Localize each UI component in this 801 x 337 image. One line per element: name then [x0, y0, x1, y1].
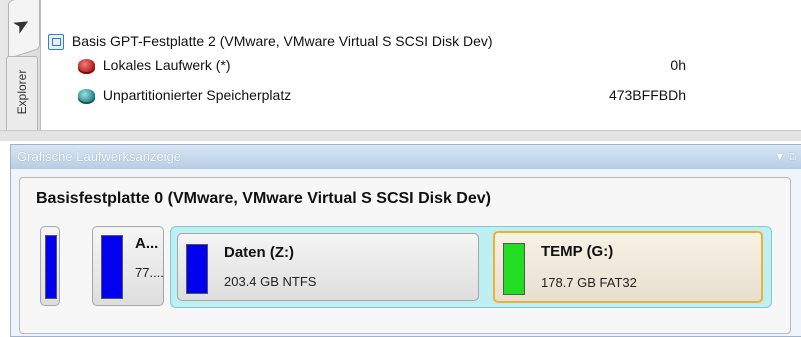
- pane-menu-icon[interactable]: ▼ ⧉: [774, 145, 796, 169]
- side-tab-explorer-label: Explorer: [15, 69, 29, 115]
- partition-color-swatch: [186, 244, 208, 294]
- partition-color-swatch: [503, 243, 525, 295]
- partition-color-swatch: [45, 235, 57, 299]
- pane-title: Grafische Laufwerksanzeige: [17, 149, 182, 164]
- pane-splitter[interactable]: [0, 130, 801, 141]
- arrow-icon: ➤: [8, 11, 35, 40]
- tree-row-local-drive[interactable]: Lokales Laufwerk (*): [78, 54, 231, 76]
- partition-color-swatch: [101, 235, 123, 299]
- unallocated-drive-icon: [78, 88, 95, 104]
- side-tabs: ➤ Explorer: [0, 0, 41, 132]
- tree-row-value: 473BFFBDh: [608, 87, 686, 103]
- tree-row-label: Unpartitionierter Speicherplatz: [102, 87, 292, 103]
- partition-daten[interactable]: Daten (Z:) 203.4 GB NTFS: [177, 233, 479, 301]
- partition-info: 203.4 GB NTFS: [224, 274, 317, 289]
- drive-red-icon: [78, 58, 95, 74]
- graphic-drive-pane: Grafische Laufwerksanzeige ▼ ⧉ Basisfest…: [10, 144, 801, 337]
- disk-title: Basisfestplatte 0 (VMware, VMware Virtua…: [36, 190, 491, 207]
- tree-row-label: Basis GPT-Festplatte 2 (VMware, VMware V…: [71, 33, 493, 49]
- disk-icon: [48, 34, 64, 51]
- side-tab-explorer[interactable]: Explorer: [6, 56, 38, 132]
- side-tab-view[interactable]: ➤: [8, 0, 40, 60]
- partition-name: TEMP (G:): [541, 243, 614, 260]
- partition-temp-selected[interactable]: TEMP (G:) 178.7 GB FAT32: [493, 231, 763, 303]
- tree-row-disk[interactable]: Basis GPT-Festplatte 2 (VMware, VMware V…: [48, 30, 493, 52]
- partition-2[interactable]: A... 77....: [92, 226, 164, 306]
- partition-name: A...: [135, 235, 159, 252]
- extended-partition[interactable]: Daten (Z:) 203.4 GB NTFS TEMP (G:) 178.7…: [170, 226, 772, 308]
- disk-panel[interactable]: Basisfestplatte 0 (VMware, VMware Virtua…: [19, 177, 791, 334]
- tree-row-label: Lokales Laufwerk (*): [102, 57, 231, 73]
- tree-row-value: 0h: [670, 57, 686, 73]
- partition-info: 178.7 GB FAT32: [541, 275, 637, 290]
- explorer-pane: ➤ Explorer Basis GPT-Festplatte 2 (VMwar…: [0, 0, 801, 132]
- partition-1[interactable]: [40, 226, 60, 306]
- pane-header: Grafische Laufwerksanzeige ▼ ⧉: [11, 145, 801, 169]
- tree-row-unallocated[interactable]: Unpartitionierter Speicherplatz: [78, 84, 291, 106]
- partition-name: Daten (Z:): [224, 244, 294, 261]
- partition-info: 77....: [135, 265, 164, 280]
